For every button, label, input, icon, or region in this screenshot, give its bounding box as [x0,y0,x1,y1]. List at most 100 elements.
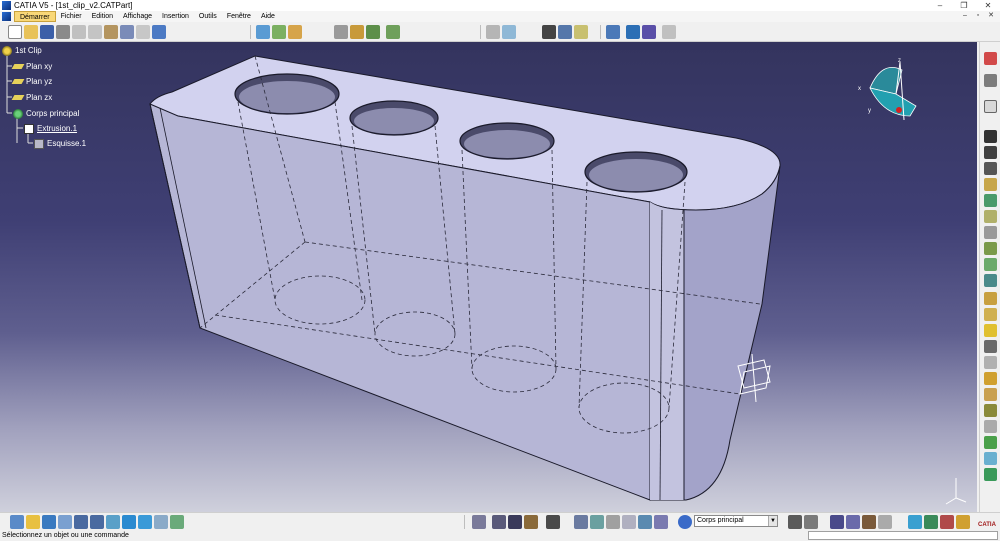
measure-item-icon[interactable] [524,515,538,529]
stiffener-icon[interactable] [984,242,997,255]
draft-icon[interactable] [984,324,997,337]
hole-2[interactable] [349,100,439,136]
new-icon[interactable] [8,25,22,39]
pad-icon[interactable] [984,130,997,143]
doc-restore-button[interactable]: ▫ [973,11,983,21]
catalog-icon[interactable] [606,25,620,39]
thread-icon[interactable] [984,372,997,385]
hole-3[interactable] [459,122,555,160]
parameter-icon[interactable] [878,515,892,529]
analysis-icon[interactable] [288,25,302,39]
hide-show-icon[interactable] [154,515,168,529]
chamfer-icon[interactable] [984,308,997,321]
3d-viewport[interactable]: 1st Clip Plan xy Plan yz Plan zx Corps p… [0,42,977,512]
paste-icon[interactable] [104,25,118,39]
zoom-out-icon[interactable] [90,515,104,529]
filter-icon[interactable] [654,515,668,529]
number-icon[interactable] [622,515,636,529]
chevron-down-icon[interactable]: ▼ [768,516,777,526]
help-icon[interactable] [152,25,166,39]
shell-icon[interactable] [984,340,997,353]
menu-fichier[interactable]: Fichier [56,11,87,22]
zoom-area-icon[interactable] [662,25,676,39]
select-icon[interactable] [984,52,997,65]
open-icon[interactable] [24,25,38,39]
mirror-icon[interactable] [984,404,997,417]
constraint-icon[interactable] [472,515,486,529]
command-input[interactable] [808,531,998,540]
groove-icon[interactable] [984,178,997,191]
law-icon[interactable] [862,515,876,529]
plane-icon[interactable] [502,25,516,39]
undo-icon[interactable] [120,25,134,39]
reference-icon[interactable] [984,100,997,113]
thickness-icon[interactable] [984,356,997,369]
body-select-icon[interactable] [678,515,692,529]
tree-item-plan-zx[interactable]: Plan zx [11,92,52,103]
rotate-icon[interactable] [58,515,72,529]
axis-icon[interactable] [606,515,620,529]
redo-icon[interactable] [136,25,150,39]
design-table-icon[interactable] [846,515,860,529]
hole-icon[interactable] [984,194,997,207]
fillet-icon[interactable] [984,292,997,305]
comment-icon[interactable] [804,515,818,529]
line-icon[interactable] [558,25,572,39]
save-icon[interactable] [40,25,54,39]
menu-insertion[interactable]: Insertion [157,11,194,22]
normal-view-icon[interactable] [106,515,120,529]
grid-snap-icon[interactable] [642,25,656,39]
pattern-icon[interactable] [984,420,997,433]
tree-item-plan-yz[interactable]: Plan yz [11,76,52,87]
swap-visible-icon[interactable] [170,515,184,529]
menu-demarrer[interactable]: Démarrer [14,11,56,22]
minimize-button[interactable]: – [928,0,952,11]
menu-fenetre[interactable]: Fenêtre [222,11,256,22]
fit-all-icon[interactable] [26,515,40,529]
measure-icon[interactable] [272,25,286,39]
apply-material-icon[interactable] [908,515,922,529]
rule-icon[interactable] [366,25,380,39]
cut-icon[interactable] [72,25,86,39]
tree-item-plan-xy[interactable]: Plan xy [11,61,52,72]
axis-system-icon[interactable] [626,25,640,39]
translate-icon[interactable] [984,388,997,401]
sketch-icon[interactable] [386,25,400,39]
table-icon[interactable] [830,515,844,529]
pan-icon[interactable] [42,515,56,529]
point-icon[interactable] [542,25,556,39]
sketcher-icon[interactable] [984,74,997,87]
replace-icon[interactable] [574,515,588,529]
pocket-icon[interactable] [984,146,997,159]
system-menu-icon[interactable] [2,12,11,21]
grid-icon[interactable] [486,25,500,39]
apply-material-icon[interactable] [984,452,997,465]
slot-icon[interactable] [984,226,997,239]
tree-root[interactable]: 1st Clip [2,45,42,56]
doc-minimize-button[interactable]: – [960,11,970,21]
hole-1[interactable] [234,73,340,115]
annotation-icon[interactable] [984,468,997,481]
measure-between-icon[interactable] [508,515,522,529]
copy-icon[interactable] [88,25,102,39]
maximize-button[interactable]: ❐ [952,0,976,11]
plane-create-icon[interactable] [574,25,588,39]
knowledge-icon[interactable] [334,25,348,39]
scan-icon[interactable] [590,515,604,529]
remove-loft-icon[interactable] [984,274,997,287]
zoom-in-icon[interactable] [74,515,88,529]
dimension-icon[interactable] [492,515,506,529]
hole-4[interactable] [584,151,688,193]
doc-close-button[interactable]: ✕ [986,11,996,21]
menu-aide[interactable]: Aide [256,11,280,22]
fly-mode-icon[interactable] [10,515,24,529]
loft-icon[interactable] [984,258,997,271]
update-icon[interactable] [256,25,270,39]
print-icon[interactable] [56,25,70,39]
snapshot-icon[interactable] [546,515,560,529]
menu-affichage[interactable]: Affichage [118,11,157,22]
boolean-icon[interactable] [984,436,997,449]
light-icon[interactable] [956,515,970,529]
iso-view-icon[interactable] [122,515,136,529]
menu-outils[interactable]: Outils [194,11,222,22]
